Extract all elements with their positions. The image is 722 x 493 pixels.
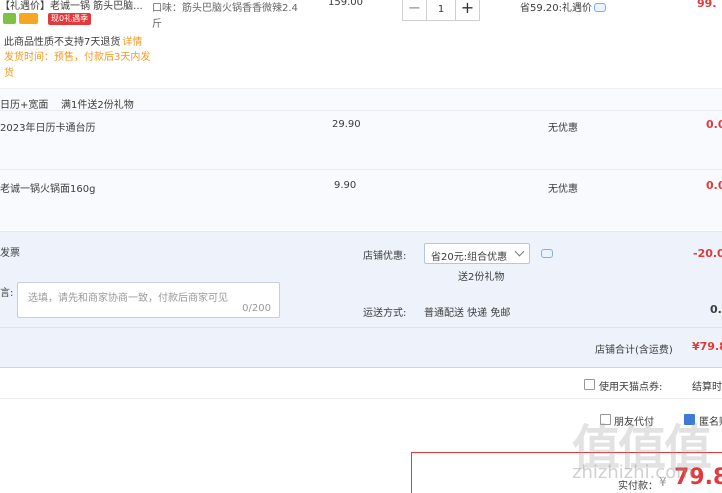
no-return-detail-link[interactable]: 详情 (122, 37, 142, 48)
invoice-label[interactable]: 发票 (0, 244, 20, 259)
comment-icon[interactable] (541, 249, 553, 258)
no-return-text: 此商品性质不支持7天退货 (4, 37, 121, 48)
footer-divider (0, 398, 722, 399)
row-divider (0, 110, 722, 111)
tmall-badge-icon (3, 13, 16, 24)
gift-item-price: 9.90 (334, 180, 357, 191)
options-divider (0, 327, 722, 328)
gift-item-name[interactable]: 老诚一锅火锅面160g (0, 180, 95, 195)
shipping-label: 运送方式: (363, 308, 407, 319)
gift-item-subtotal: 0.0 (706, 118, 722, 131)
product-spec: 口味：筋头巴脑火锅香香微辣2.4 (152, 3, 298, 14)
tmall-points-label: 使用天猫点券: (599, 382, 663, 393)
gift-season-badge: 现0礼遇季 (48, 13, 92, 25)
store-discount-gift: 送2份礼物 (458, 272, 505, 283)
shipping-amount: 0. (710, 303, 722, 316)
tmall-points-checkbox[interactable] (584, 379, 595, 390)
gift-item-name[interactable]: 2023年日历卡通台历 (0, 119, 95, 134)
gift-item-subtotal: 0.0 (706, 179, 722, 192)
product-subtotal: 99. (697, 0, 717, 10)
memo-placeholder: 选填，请先和商家协商一致，付款后商家可见 (28, 293, 228, 304)
quantity-input[interactable] (427, 0, 455, 20)
watermark-url: zhizhizhi.com (572, 462, 694, 483)
gift-item-discount: 无优惠 (548, 184, 578, 195)
row-divider (0, 169, 722, 170)
ship-time-line2: 货 (4, 68, 14, 79)
shipping-method: 普通配送 快递 免邮 (424, 308, 511, 319)
comment-icon[interactable] (594, 3, 606, 12)
chevron-down-icon (514, 246, 525, 257)
store-coupon-value: 省20元:组合优惠 (431, 252, 508, 263)
memo-textarea[interactable]: 选填，请先和商家协商一致，付款后商家可见 0/200 (17, 282, 280, 318)
store-total-label: 店铺合计(含运费) (595, 345, 673, 356)
store-coupon-select[interactable]: 省20元:组合优惠 (424, 243, 530, 264)
memo-label: 言: (0, 288, 14, 299)
quantity-decrease-button[interactable]: − (403, 0, 427, 20)
gift-item-discount: 无优惠 (548, 123, 578, 134)
memo-char-count: 0/200 (242, 303, 271, 314)
settle-text: 结算时 (692, 382, 722, 393)
quantity-increase-button[interactable]: + (455, 0, 479, 20)
gift-group-promo: 满1件送2份礼物 (61, 100, 134, 111)
quantity-stepper: − + (402, 0, 480, 21)
store-discount-amount: -20.0 (693, 247, 722, 260)
saving-text: 省59.20:礼遇价 (520, 3, 592, 14)
unit-price: 159.00 (328, 0, 363, 8)
store-total-value: ¥79.8 (692, 340, 722, 353)
no-return-notice: 此商品性质不支持7天退货 详情 (4, 33, 142, 48)
product-spec-line2: 斤 (152, 19, 162, 30)
gift-group-title: 日历+宽面 (0, 100, 49, 111)
store-discount-label: 店铺优惠: (363, 251, 407, 262)
gift-item-price: 29.90 (332, 119, 361, 130)
product-name[interactable]: 【礼遇价】老诚一锅 筋头巴脑... (0, 0, 143, 12)
coupon-badge-icon (19, 13, 38, 24)
ship-time-line1: 发货时间：预售，付款后3天内发 (4, 52, 151, 63)
